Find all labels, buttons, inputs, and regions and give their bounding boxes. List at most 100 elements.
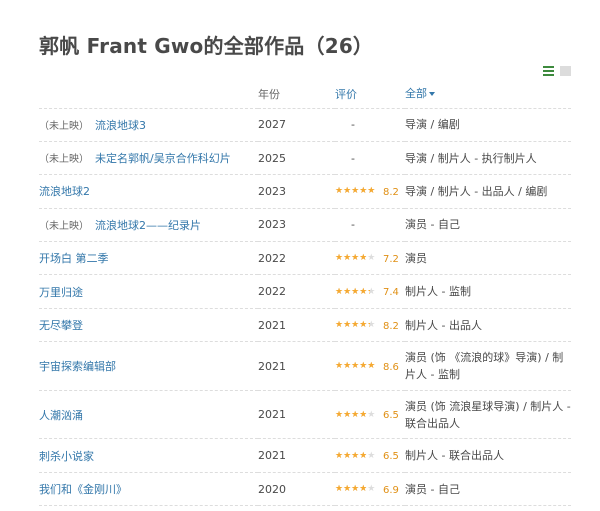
list-view-icon[interactable]: [543, 66, 554, 76]
no-rating: -: [351, 151, 355, 165]
rating-score: 7.4: [383, 287, 399, 299]
work-rating-cell: ★★★★★★★★★★ 8.2: [335, 174, 405, 209]
work-year: 2025: [258, 141, 335, 176]
star-rating-icon: ★★★★★★★★★★: [335, 320, 376, 331]
work-roles: 导演 / 制片人 - 执行制片人: [405, 141, 571, 176]
work-rating-cell: ★★★★★★★★★★ 7.4: [335, 274, 405, 309]
rating-score: 6.5: [383, 451, 399, 463]
table-row: 流浪地球2 2023 ★★★★★ ★★★★★ 8.2 导演 / 制片人 - 出品人 / 编…: [39, 174, 571, 209]
table-row: 无尽攀登 2021★★★★★★★★★★ 8.2 制片人 - 出品人: [39, 308, 571, 343]
table-row: （未上映） 流浪地球3 2027 - 导演 / 编剧: [39, 108, 571, 142]
work-year: 2023: [258, 174, 335, 209]
unreleased-tag: （未上映）: [39, 220, 89, 232]
header-title: [39, 80, 258, 109]
work-title-cell: （未上映） 流浪地球3: [39, 108, 258, 142]
work-rating-cell: ★★★★★★★★★★ 7.2: [335, 241, 405, 276]
work-rating-cell: ★★★★★★★★★★ 6.9: [335, 472, 405, 507]
roles-filter-label[interactable]: 全部: [405, 87, 427, 100]
work-title-cell: （未上映） 流浪地球2——纪录片: [39, 208, 258, 243]
star-rating-icon: ★★★★★★★★★★: [335, 450, 376, 461]
star-rating-icon: ★★★★★★★★★★: [335, 484, 376, 494]
table-row: （未上映） 流浪地球2——纪录片 2023 - 演员 - 自己: [39, 208, 571, 243]
work-roles: 演员: [405, 241, 571, 276]
table-row: 刺杀小说家 2021★★★★★★★★★★ 6.5 制片人 - 联合出品人: [39, 438, 571, 473]
work-year: 2021: [258, 308, 335, 343]
work-year: 2023: [258, 208, 335, 243]
work-title-link[interactable]: 我们和《金刚川》: [39, 483, 127, 496]
work-title-link[interactable]: 未定名郭帆/吴京合作科幻片: [95, 152, 231, 165]
work-title-link[interactable]: 宇宙探索编辑部: [39, 360, 116, 373]
work-rating-cell: ★★★★★★★★★★ 6.5: [335, 438, 405, 473]
work-roles: 制片人 - 出品人: [405, 308, 571, 343]
work-title-cell: 刺杀小说家: [39, 438, 258, 473]
rating-score: 6.5: [383, 410, 399, 422]
table-row: 人潮汹涌 2021★★★★★★★★★★ 6.5 演员 (饰 流浪星球导演) / 制片人…: [39, 390, 571, 440]
table-row: 开场白 第二季 2022★★★★★★★★★★ 7.2 演员: [39, 241, 571, 276]
work-title-cell: 流浪地球2: [39, 174, 258, 209]
table-header-row: 年份 评价 全部: [39, 80, 571, 109]
work-title-cell: 人潮汹涌: [39, 390, 258, 440]
work-year: 2021: [258, 390, 335, 440]
works-table: 年份 评价 全部 （未上映） 流浪地球3 2027 - 导演 / 编剧 （未上映） 未定名郭…: [39, 80, 571, 507]
view-toggle: [543, 66, 571, 76]
work-rating-cell: ★★★★★★★★★★ 6.5: [335, 390, 405, 440]
rating-score: 8.2: [383, 320, 399, 332]
work-year: 2027: [258, 108, 335, 142]
header-roles-filter[interactable]: 全部: [405, 80, 571, 109]
work-title-cell: 宇宙探索编辑部: [39, 341, 258, 391]
work-roles: 演员 - 自己: [405, 208, 571, 243]
table-row: （未上映） 未定名郭帆/吴京合作科幻片 2025 - 导演 / 制片人 - 执行制片人: [39, 141, 571, 176]
work-year: 2021: [258, 438, 335, 473]
work-rating-cell: -: [335, 208, 405, 243]
star-rating-icon: ★★★★★★★★★★: [335, 409, 376, 420]
work-rating-cell: -: [335, 108, 405, 142]
header-rating[interactable]: 评价: [335, 80, 405, 109]
page-title: 郭帆 Frant Gwo的全部作品（26）: [39, 34, 374, 58]
work-rating-cell: ★★★★★ ★★★★★ 8.6: [335, 341, 405, 391]
work-roles: 制片人 - 监制: [405, 274, 571, 309]
table-row: 万里归途 2022★★★★★★★★★★ 7.4 制片人 - 监制: [39, 274, 571, 309]
work-year: 2022: [258, 274, 335, 309]
work-year: 2022: [258, 241, 335, 276]
work-rating-cell: ★★★★★★★★★★ 8.2: [335, 308, 405, 343]
work-title-cell: 万里归途: [39, 274, 258, 309]
header-year[interactable]: 年份: [258, 80, 335, 109]
work-roles: 演员 - 自己: [405, 472, 571, 507]
rating-score: 6.9: [383, 484, 399, 496]
work-title-cell: 开场白 第二季: [39, 241, 258, 276]
unreleased-tag: （未上映）: [39, 154, 89, 166]
star-rating-icon: ★★★★★★★★★★: [335, 186, 376, 197]
rating-score: 8.2: [383, 186, 399, 198]
work-title-link[interactable]: 人潮汹涌: [39, 409, 83, 422]
work-title-link[interactable]: 无尽攀登: [39, 319, 83, 332]
star-rating-icon: ★★★★★★★★★★: [335, 361, 376, 372]
work-roles: 导演 / 编剧: [405, 108, 571, 142]
work-title-link[interactable]: 流浪地球2——纪录片: [95, 219, 201, 232]
caret-down-icon[interactable]: [429, 92, 435, 97]
work-rating-cell: -: [335, 141, 405, 176]
work-title-link[interactable]: 开场白 第二季: [39, 252, 109, 265]
work-year: 2020: [258, 472, 335, 507]
table-row: 宇宙探索编辑部 2021 ★★★★★ ★★★★★ 8.6 演员 (饰 《流浪的球》导演) …: [39, 341, 571, 391]
grid-view-icon[interactable]: [560, 66, 571, 76]
work-roles: 制片人 - 联合出品人: [405, 438, 571, 473]
work-roles: 演员 (饰 流浪星球导演) / 制片人 - 联合出品人: [405, 390, 571, 440]
rating-score: 7.2: [383, 253, 399, 265]
no-rating: -: [351, 118, 355, 132]
work-year: 2021: [258, 341, 335, 391]
table-row: 我们和《金刚川》 2020★★★★★★★★★★ 6.9 演员 - 自己: [39, 472, 571, 507]
no-rating: -: [351, 218, 355, 232]
work-title-link[interactable]: 刺杀小说家: [39, 450, 94, 463]
work-title-cell: 无尽攀登: [39, 308, 258, 343]
work-roles: 导演 / 制片人 - 出品人 / 编剧: [405, 174, 571, 209]
work-title-link[interactable]: 流浪地球3: [95, 119, 146, 132]
work-title-cell: 我们和《金刚川》: [39, 472, 258, 507]
star-rating-icon: ★★★★★★★★★★: [335, 286, 376, 297]
work-title-link[interactable]: 流浪地球2: [39, 185, 90, 198]
work-roles: 演员 (饰 《流浪的球》导演) / 制片人 - 监制: [405, 341, 571, 391]
star-rating-icon: ★★★★★★★★★★: [335, 253, 376, 264]
rating-score: 8.6: [383, 361, 399, 373]
work-title-link[interactable]: 万里归途: [39, 286, 83, 299]
unreleased-tag: （未上映）: [39, 120, 89, 132]
work-title-cell: （未上映） 未定名郭帆/吴京合作科幻片: [39, 141, 258, 176]
